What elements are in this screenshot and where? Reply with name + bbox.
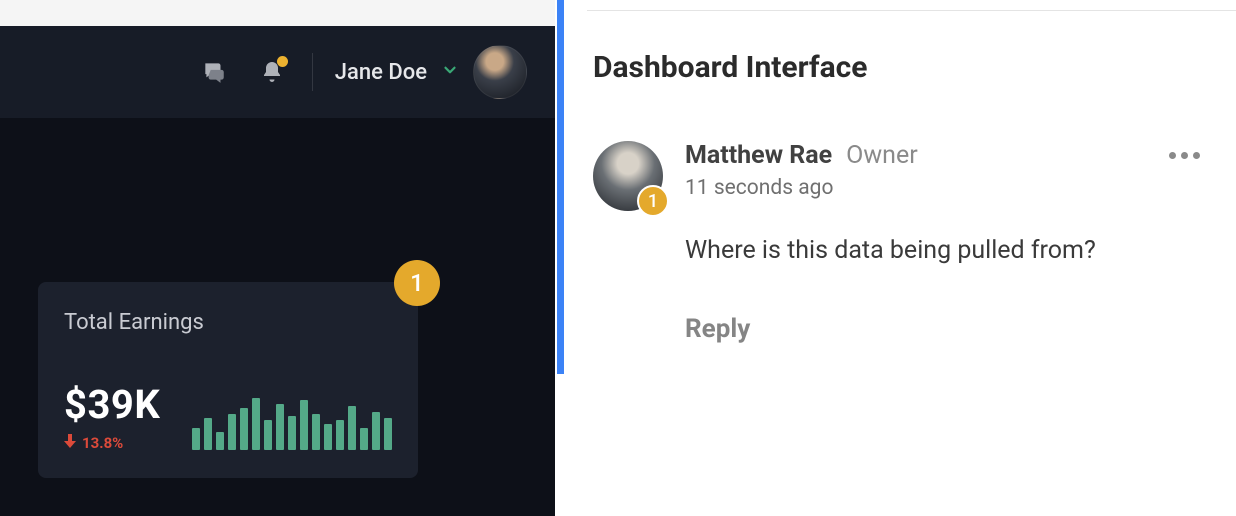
spark-bar [264, 420, 272, 450]
bell-icon[interactable] [254, 54, 290, 90]
earnings-card[interactable]: 1 Total Earnings $39K 13.8% [38, 282, 418, 478]
comment-role: Owner [846, 141, 918, 170]
card-value: $39K [64, 381, 160, 428]
spark-bar [336, 420, 344, 450]
panel-top-rule [587, 10, 1236, 11]
spark-bar [216, 432, 224, 450]
spark-bar [204, 418, 212, 450]
card-title: Total Earnings [64, 310, 392, 335]
comment-header: Matthew Rae Owner [685, 141, 1206, 170]
user-name: Jane Doe [335, 60, 427, 85]
comment-author: Matthew Rae [685, 141, 832, 170]
dashboard-preview: Jane Doe 1 Total Earnings $39K 13.8% [0, 0, 555, 516]
header-divider [312, 53, 313, 91]
card-badge: 1 [394, 260, 440, 306]
comment-avatar-badge: 1 [637, 185, 669, 217]
panel-title: Dashboard Interface [593, 50, 1206, 85]
spark-bar [252, 398, 260, 450]
comment-highlight [557, 0, 564, 374]
dashboard-body: 1 Total Earnings $39K 13.8% [0, 118, 555, 516]
spark-bar [348, 406, 356, 450]
spark-bar [228, 414, 236, 450]
top-gutter [0, 0, 555, 26]
chat-icon[interactable] [196, 54, 232, 90]
chevron-down-icon [441, 61, 459, 83]
header-bar: Jane Doe [0, 26, 555, 118]
spark-bar [192, 428, 200, 450]
comment-body: Matthew Rae Owner 11 seconds ago Where i… [685, 141, 1206, 344]
earnings-sparkline [192, 388, 392, 452]
spark-bar [360, 428, 368, 450]
spark-bar [372, 412, 380, 450]
card-delta: 13.8% [64, 434, 160, 452]
spark-bar [240, 408, 248, 450]
spark-bar [324, 424, 332, 450]
spark-bar [300, 400, 308, 450]
comment: 1 Matthew Rae Owner 11 seconds ago Where… [593, 141, 1206, 344]
comment-avatar-wrap: 1 [593, 141, 663, 211]
spark-bar [312, 414, 320, 450]
spark-bar [384, 418, 392, 450]
notification-dot [277, 56, 288, 67]
avatar[interactable] [473, 45, 527, 99]
panel-divider [555, 0, 565, 516]
card-value-block: $39K 13.8% [64, 381, 160, 452]
ellipsis-icon[interactable] [1163, 146, 1206, 165]
comments-panel: Dashboard Interface 1 Matthew Rae Owner … [565, 0, 1236, 516]
arrow-down-icon [64, 434, 76, 452]
comment-text: Where is this data being pulled from? [685, 234, 1206, 268]
reply-button[interactable]: Reply [685, 314, 750, 344]
comment-timestamp: 11 seconds ago [685, 176, 1206, 200]
spark-bar [276, 404, 284, 450]
card-delta-pct: 13.8% [82, 434, 123, 452]
user-menu[interactable]: Jane Doe [335, 45, 527, 99]
spark-bar [288, 416, 296, 450]
